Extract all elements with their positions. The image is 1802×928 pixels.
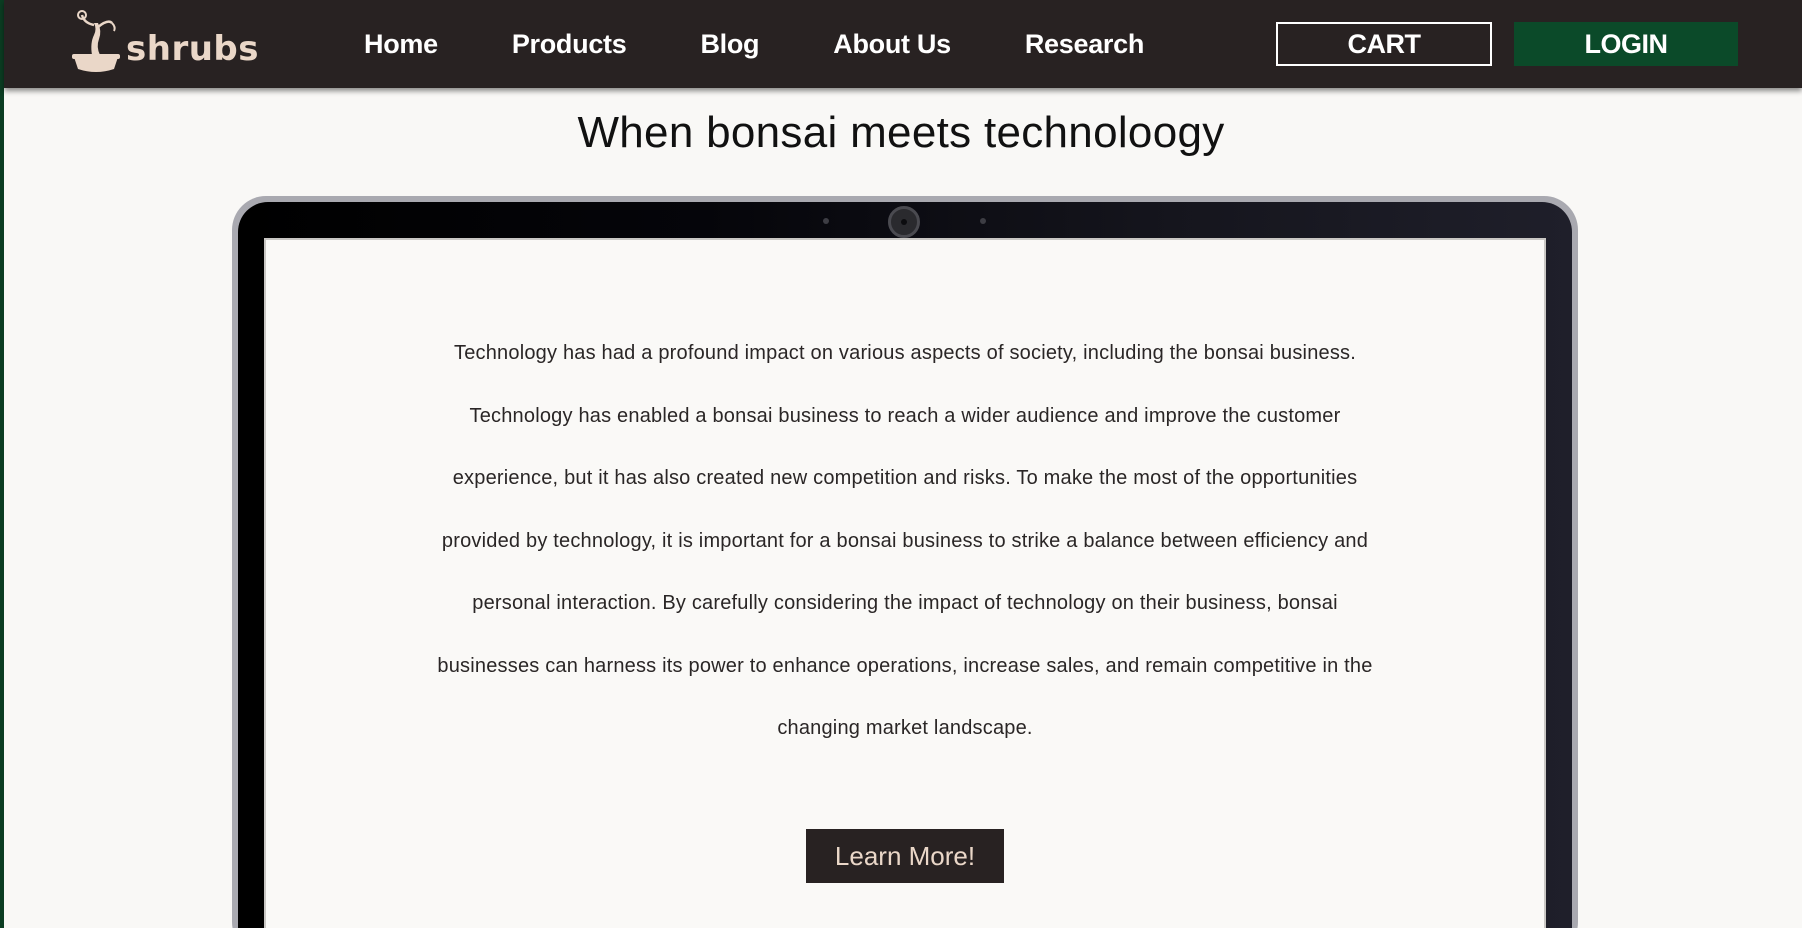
sensor-dot-right bbox=[980, 218, 986, 224]
nav-link-research[interactable]: Research bbox=[1025, 29, 1144, 60]
brand-name: shrubs bbox=[126, 29, 259, 69]
sensor-dot-left bbox=[823, 218, 829, 224]
main-nav: Home Products Blog About Us Research bbox=[364, 0, 1218, 88]
brand-logo-link[interactable]: shrubs bbox=[70, 8, 259, 76]
section-body-text: Technology has had a profound impact on … bbox=[437, 342, 1373, 739]
page: shrubs Home Products Blog About Us Resea… bbox=[0, 0, 1802, 928]
nav-link-home[interactable]: Home bbox=[364, 29, 438, 60]
nav-link-about-us[interactable]: About Us bbox=[833, 29, 951, 60]
learn-more-button[interactable]: Learn More! bbox=[806, 829, 1004, 883]
section-title: When bonsai meets technoloogy bbox=[577, 108, 1225, 157]
login-button[interactable]: LOGIN bbox=[1514, 22, 1738, 66]
cart-button[interactable]: CART bbox=[1276, 22, 1492, 66]
nav-link-products[interactable]: Products bbox=[512, 29, 627, 60]
webcam-icon bbox=[888, 206, 920, 238]
bonsai-tree-icon bbox=[72, 10, 120, 72]
nav-link-blog[interactable]: Blog bbox=[700, 29, 759, 60]
navbar: shrubs Home Products Blog About Us Resea… bbox=[4, 0, 1802, 88]
